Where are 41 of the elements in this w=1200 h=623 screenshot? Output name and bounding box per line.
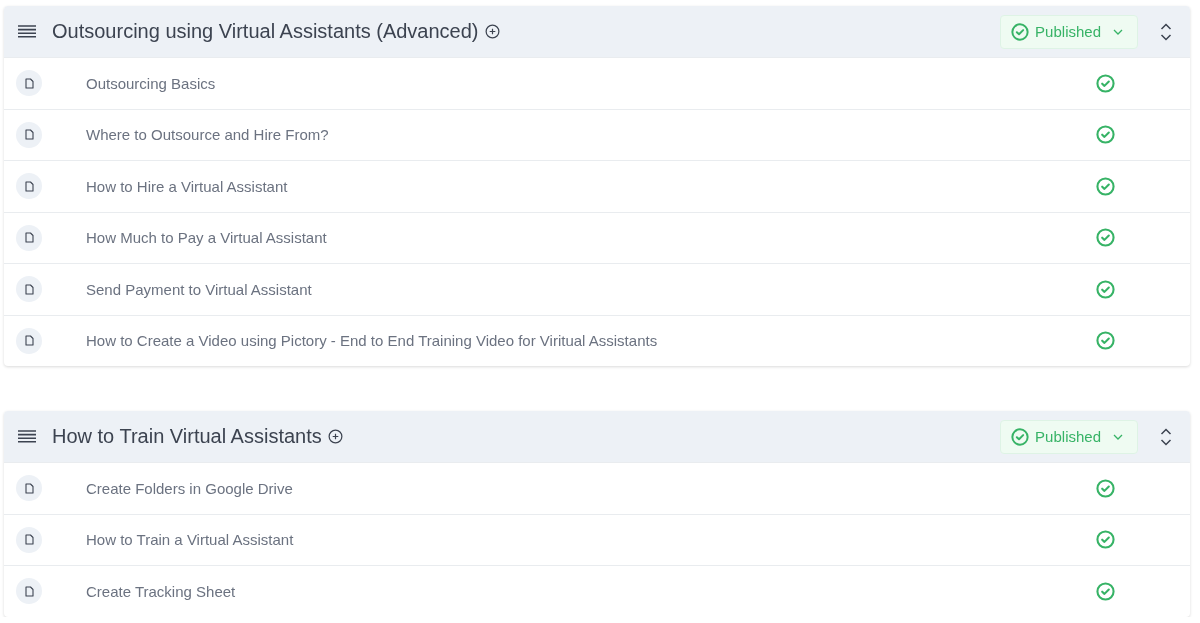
check-circle-icon	[1011, 427, 1030, 446]
section-title: How to Train Virtual Assistants	[52, 425, 322, 448]
lesson-row[interactable]: Create Folders in Google Drive	[4, 462, 1190, 514]
lesson-row[interactable]: Outsourcing Basics	[4, 57, 1190, 109]
lesson-title: Outsourcing Basics	[86, 74, 216, 92]
caret-icon	[1113, 433, 1123, 440]
lesson-row[interactable]: How to Hire a Virtual Assistant	[4, 160, 1190, 212]
document-icon	[24, 129, 34, 141]
status-dropdown[interactable]: Published	[1000, 419, 1138, 454]
lesson-title: Create Tracking Sheet	[86, 582, 236, 600]
lesson-title: How to Hire a Virtual Assistant	[86, 177, 288, 195]
document-icon	[24, 283, 34, 295]
document-icon	[24, 232, 34, 244]
add-icon[interactable]	[484, 24, 500, 39]
lesson-title: How Much to Pay a Virtual Assistant	[86, 229, 327, 247]
lesson-row[interactable]: How to Create a Video using Pictory - End to End Training Video for Viritual Assistants	[4, 314, 1190, 366]
caret-icon	[1113, 28, 1123, 35]
menu-icon[interactable]	[18, 24, 36, 39]
lesson-row[interactable]: Create Tracking Sheet	[4, 565, 1190, 617]
lesson-title: How to Create a Video using Pictory - End to End Training Video for Viritual Assistants	[86, 332, 658, 350]
status-dropdown[interactable]: Published	[1000, 14, 1138, 49]
check-circle-icon	[1011, 22, 1030, 41]
lesson-row[interactable]: Send Payment to Virtual Assistant	[4, 263, 1190, 315]
lesson-title: Create Folders in Google Drive	[86, 479, 293, 497]
lesson-title: Send Payment to Virtual Assistant	[86, 280, 312, 298]
expand-collapse-icon[interactable]	[1160, 427, 1172, 446]
document-icon	[24, 585, 34, 597]
lesson-row[interactable]: How Much to Pay a Virtual Assistant	[4, 211, 1190, 263]
menu-icon[interactable]	[18, 429, 36, 444]
lesson-row[interactable]: Where to Outsource and Hire From?	[4, 108, 1190, 160]
add-icon[interactable]	[327, 429, 343, 444]
section-title: Outsourcing using Virtual Assistants (Advanced)	[52, 20, 479, 43]
expand-collapse-icon[interactable]	[1160, 22, 1172, 41]
document-icon	[24, 180, 34, 192]
lesson-row[interactable]: How to Train a Virtual Assistant	[4, 513, 1190, 565]
lesson-title: Where to Outsource and Hire From?	[86, 126, 329, 144]
lesson-title: How to Train a Virtual Assistant	[86, 531, 294, 549]
document-icon	[24, 482, 34, 494]
document-icon	[24, 77, 34, 89]
document-icon	[24, 534, 34, 546]
document-icon	[24, 335, 34, 347]
